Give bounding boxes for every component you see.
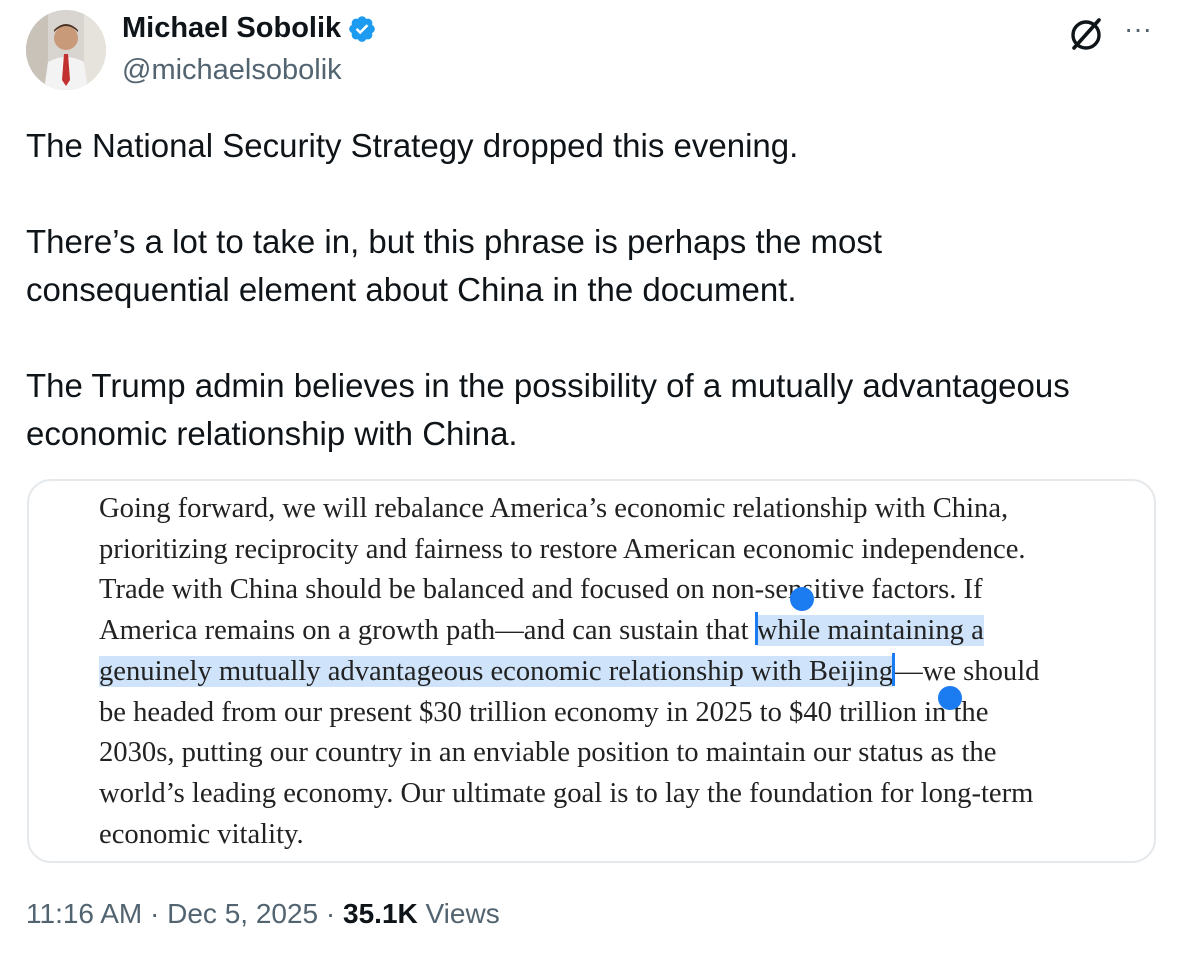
views-count[interactable]: 35.1K	[343, 898, 418, 929]
avatar[interactable]	[26, 10, 106, 90]
selection-start-handle[interactable]	[790, 587, 814, 611]
tweet-paragraph: The Trump admin believes in the possibil…	[26, 367, 1070, 452]
views-label: Views	[425, 898, 500, 929]
more-dots-icon: ···	[1124, 13, 1152, 44]
author-handle[interactable]: @michaelsobolik	[122, 54, 342, 87]
document-line: America remains on a growth path—and can…	[99, 611, 1129, 652]
highlighted-text: while maintaining a	[756, 615, 984, 647]
selection-end-handle[interactable]	[938, 686, 962, 710]
meta-separator: ·	[150, 898, 160, 929]
document-line: genuinely mutually advantageous economic…	[99, 652, 1129, 693]
document-line: 2030s, putting our country in an enviabl…	[99, 737, 997, 769]
document-excerpt: Going forward, we will rebalance America…	[99, 489, 1129, 855]
selection-end-cursor	[892, 652, 896, 686]
tweet-date[interactable]: Dec 5, 2025	[167, 898, 318, 929]
document-line-text: —we should	[894, 655, 1040, 687]
document-line: world’s leading economy. Our ultimate go…	[99, 777, 1034, 809]
document-line: prioritizing reciprocity and fairness to…	[99, 533, 1026, 565]
document-line: Trade with China should be balanced and …	[99, 574, 983, 606]
more-options-button[interactable]: ···	[1120, 14, 1156, 50]
tweet-paragraph: There’s a lot to take in, but this phras…	[26, 223, 883, 308]
author-name[interactable]: Michael Sobolik	[122, 12, 377, 45]
author-name-text: Michael Sobolik	[122, 12, 342, 44]
document-line: Going forward, we will rebalance America…	[99, 493, 1009, 524]
meta-separator: ·	[325, 898, 336, 929]
verified-badge-icon	[349, 15, 375, 42]
profile-photo-avatar	[26, 10, 106, 90]
tweet-time[interactable]: 11:16 AM	[26, 898, 142, 929]
tweet-meta: 11:16 AM · Dec 5, 2025 · 35.1K Views	[26, 898, 500, 930]
grok-button[interactable]	[1066, 14, 1106, 54]
grok-icon	[1071, 18, 1101, 50]
tweet-text: The National Security Strategy dropped t…	[26, 122, 1156, 458]
document-line: economic vitality.	[99, 818, 304, 850]
selection-start-cursor	[754, 612, 758, 646]
highlighted-text: genuinely mutually advantageous economic…	[99, 655, 894, 687]
tweet-paragraph: The National Security Strategy dropped t…	[26, 127, 799, 164]
document-line: be headed from our present $30 trillion …	[99, 696, 989, 728]
attached-image[interactable]: Going forward, we will rebalance America…	[27, 479, 1156, 863]
document-line-text: America remains on a growth path—and can…	[99, 615, 749, 647]
